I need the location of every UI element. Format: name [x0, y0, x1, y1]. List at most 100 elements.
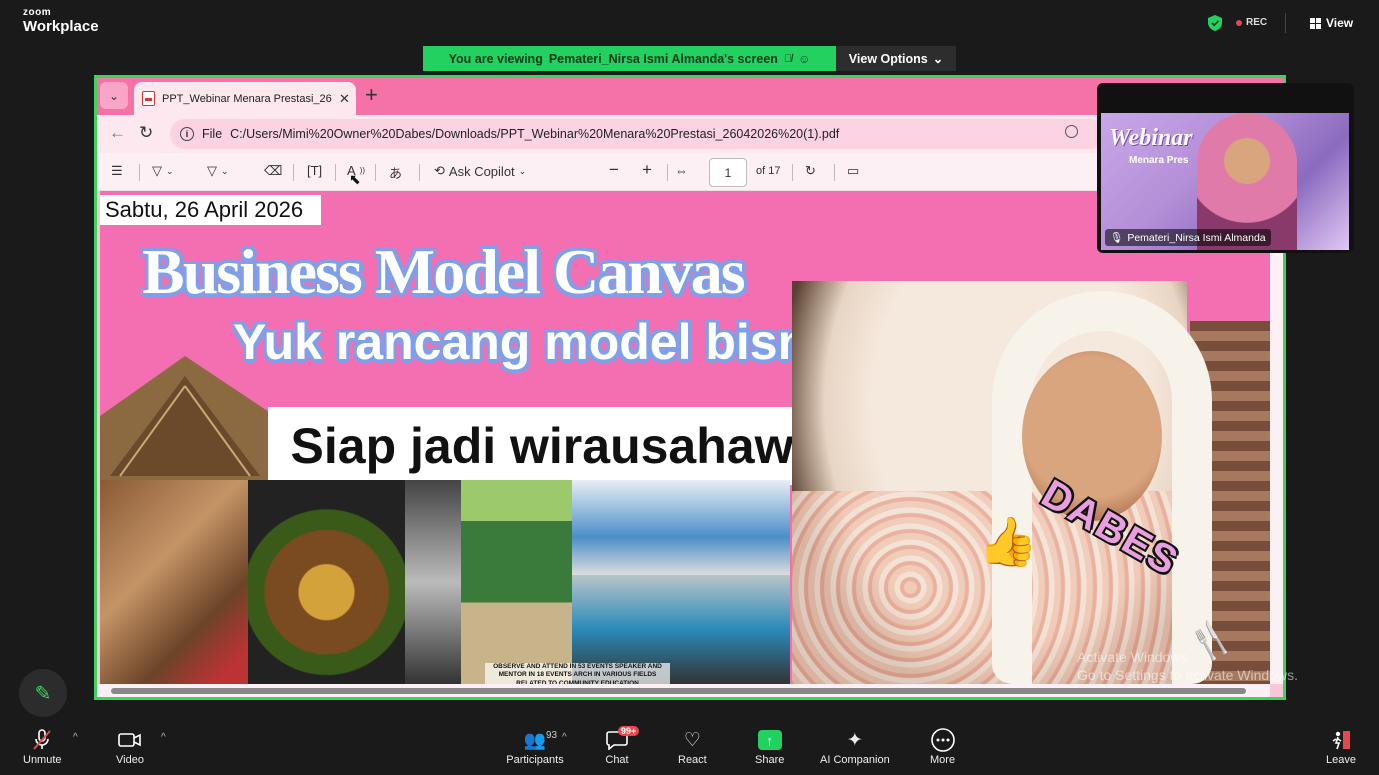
- rec-label: REC: [1246, 17, 1268, 28]
- watermark-line1: Activate Windows: [1077, 649, 1188, 665]
- watermark-line2: Go to Settings to activate Windows.: [1077, 667, 1298, 684]
- annotate-pencil-button[interactable]: ✎: [19, 669, 67, 717]
- view-button[interactable]: View: [1310, 16, 1353, 30]
- page-total: of 17: [756, 165, 781, 177]
- meeting-controls-bar: Unmute ^ Video ^ 👥 93 Participants ^ 99+…: [0, 722, 1379, 775]
- unmute-button[interactable]: Unmute: [23, 728, 62, 766]
- url-bar[interactable]: i File C:/Users/Mimi%20Owner%20Dabes/Dow…: [170, 119, 1105, 149]
- participants-chevron-icon[interactable]: ^: [562, 732, 567, 743]
- new-tab-plus-icon[interactable]: +: [365, 84, 378, 106]
- chevron-down-icon: ⌄: [518, 165, 527, 176]
- react-label: React: [678, 754, 707, 766]
- ai-companion-button[interactable]: ✦ AI Companion: [820, 728, 890, 767]
- recording-indicator[interactable]: REC: [1236, 17, 1267, 28]
- photo-event-speaker: [461, 480, 572, 684]
- zoom-workplace-logo: zoom Workplace: [23, 8, 99, 35]
- ask-copilot-label: Ask Copilot: [448, 163, 515, 179]
- zoom-magnifier-icon[interactable]: [1065, 125, 1078, 138]
- participants-button[interactable]: 👥 93 Participants: [505, 728, 565, 767]
- info-icon[interactable]: i: [180, 127, 194, 141]
- chat-button[interactable]: 99+ Chat: [602, 726, 640, 766]
- more-label: More: [930, 754, 956, 766]
- vertical-scrollbar[interactable]: [1270, 191, 1283, 684]
- activate-windows-watermark: Activate Windows Go to Settings to activ…: [1077, 648, 1298, 684]
- translate-icon[interactable]: あ: [389, 163, 402, 182]
- speaker-name: Pemateri_Nirsa Ismi Almanda: [1127, 231, 1266, 244]
- pencil-icon: ✎: [34, 682, 52, 705]
- audio-options-chevron-icon[interactable]: ^: [73, 732, 78, 743]
- building-image: [100, 356, 275, 481]
- tab-actions-chevron-icon[interactable]: ⌄: [100, 82, 128, 109]
- more-button[interactable]: More: [930, 728, 955, 766]
- speaker-video-tile[interactable]: Webinar Menara Pres 🎙 Pemateri_Nirsa Ism…: [1097, 83, 1354, 253]
- url-text: C:/Users/Mimi%20Owner%20Dabes/Downloads/…: [230, 127, 840, 141]
- draw-icon[interactable]: ▽ ⌄: [207, 163, 229, 179]
- photo-group: [572, 480, 790, 575]
- zoom-out-icon[interactable]: −: [609, 160, 619, 180]
- leave-button[interactable]: Leave: [1326, 728, 1356, 766]
- chevron-down-icon: ⌄: [932, 52, 944, 66]
- emoji-icon: ☺: [798, 51, 811, 66]
- back-arrow-icon[interactable]: ←: [109, 123, 126, 143]
- view-options-label: View Options: [848, 51, 928, 66]
- chat-bubble-icon: 99+: [602, 726, 640, 752]
- virtual-bg-title: Webinar: [1109, 125, 1193, 151]
- scrollbar-thumb[interactable]: [111, 688, 1246, 694]
- reload-icon[interactable]: ↻: [139, 123, 153, 143]
- close-tab-icon[interactable]: ✕: [339, 91, 350, 107]
- contents-list-icon[interactable]: ☰: [111, 163, 123, 179]
- divider: [139, 164, 140, 181]
- photo-tumpeng: [248, 480, 405, 684]
- video-options-chevron-icon[interactable]: ^: [161, 732, 166, 743]
- more-dots-icon: [930, 728, 955, 752]
- divider: [792, 164, 793, 181]
- logo-line2: Workplace: [23, 18, 99, 35]
- shield-check-icon[interactable]: [1208, 15, 1222, 31]
- view-options-button[interactable]: View Options ⌄: [836, 46, 956, 71]
- page-number-input[interactable]: 1: [709, 158, 747, 187]
- sparkle-icon: ✦: [846, 729, 863, 751]
- participants-label: Participants: [506, 754, 564, 766]
- divider: [667, 164, 668, 181]
- video-camera-icon: [118, 728, 142, 752]
- fit-width-icon[interactable]: ⇔: [675, 163, 688, 178]
- view-label: View: [1326, 16, 1354, 30]
- tab-title: PPT_Webinar Menara Prestasi_2604: [162, 92, 332, 105]
- share-screen-icon: ↑: [757, 728, 782, 752]
- thumbs-up-icon: 👍: [978, 516, 1038, 569]
- mic-off-icon: 🎙: [1110, 232, 1124, 244]
- video-button[interactable]: Video: [116, 728, 144, 766]
- text-box-icon[interactable]: [T]: [307, 163, 322, 178]
- participant-count: 93: [546, 730, 558, 741]
- leave-door-icon: [1330, 728, 1352, 752]
- zoom-top-bar: zoom Workplace REC View: [0, 0, 1379, 46]
- mic-off-icon: 🎙̸: [783, 52, 793, 65]
- eraser-icon[interactable]: ⌫: [264, 163, 282, 179]
- video-label: Video: [116, 754, 144, 766]
- viewing-text: You are viewing: [448, 51, 543, 66]
- mic-muted-icon: [32, 728, 52, 752]
- pdf-slide: Sabtu, 26 April 2026 Business Model Canv…: [100, 191, 1270, 684]
- browser-tab[interactable]: PPT_Webinar Menara Prestasi_2604 ✕: [134, 82, 356, 115]
- slide-title: Business Model Canvas: [142, 236, 746, 307]
- heart-icon: ♡: [683, 729, 701, 751]
- react-button[interactable]: ♡ React: [678, 728, 707, 767]
- photo-boxes: [100, 480, 248, 684]
- url-scheme-label: File: [202, 127, 223, 141]
- record-dot-icon: [1236, 19, 1242, 26]
- horizontal-scrollbar[interactable]: [97, 684, 1270, 697]
- ask-copilot-button[interactable]: ⟲ Ask Copilot ⌄: [434, 163, 526, 179]
- divider: [419, 164, 420, 181]
- rotate-icon[interactable]: ↻: [805, 163, 816, 179]
- share-button[interactable]: ↑ Share: [755, 728, 784, 766]
- divider: [834, 164, 835, 181]
- photo-caption: OBSERVE AND ATTEND IN 53 EVENTS SPEAKER …: [485, 663, 670, 684]
- photo-collage: [100, 480, 790, 684]
- pdf-file-icon: [142, 91, 155, 106]
- page-view-icon[interactable]: ▭: [847, 163, 859, 179]
- speaker-name-label: 🎙 Pemateri_Nirsa Ismi Almanda: [1105, 229, 1271, 246]
- highlight-icon[interactable]: ▽ ⌄: [152, 163, 174, 179]
- zoom-in-icon[interactable]: +: [642, 160, 652, 180]
- ai-companion-label: AI Companion: [820, 754, 890, 766]
- viewing-screen-banner: You are viewing Pemateri_Nirsa Ismi Alma…: [423, 46, 836, 71]
